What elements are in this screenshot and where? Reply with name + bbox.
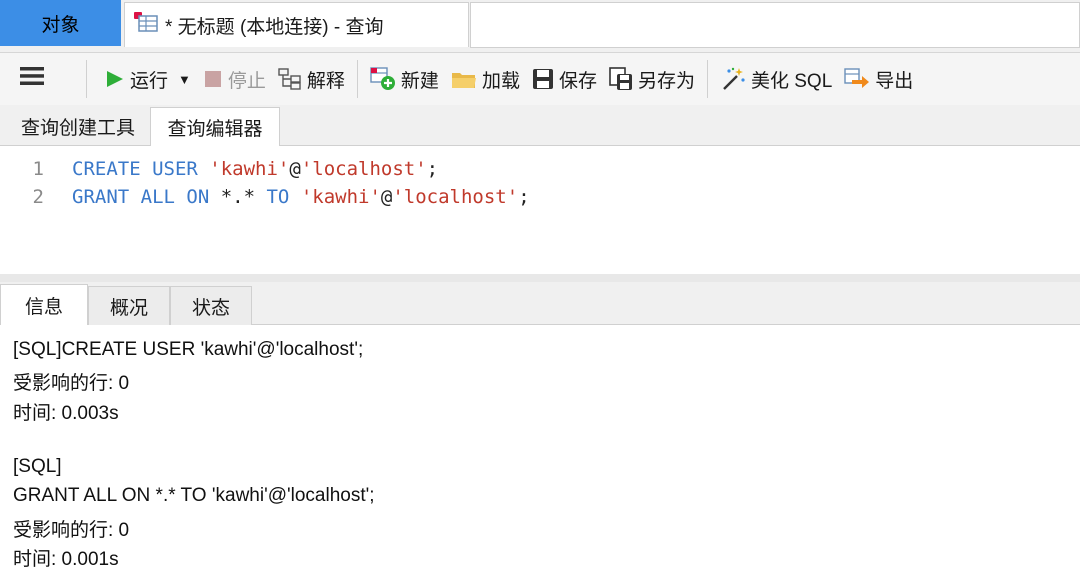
tab-status-label: 状态 [191,297,230,319]
explain-button[interactable]: 解释 [272,59,351,99]
sql-punctuation: ; [426,158,439,180]
new-label: 新建 [400,70,439,92]
sql-keyword: GRANT ALL ON [72,186,210,208]
sql-string: 'localhost' [392,186,519,208]
result-tabs: 信息 概况 状态 [0,282,1080,326]
export-icon [844,68,870,90]
toolbar: 运行 ▼ 停止 解释 新建 加载 保存 另存为 美化 SQL 导出 [0,53,1080,105]
message-line: 受影响的行: 0 [13,520,130,541]
tab-overview-label: 概况 [109,297,148,319]
tab-overview[interactable]: 概况 [88,286,170,325]
explain-label: 解释 [306,70,345,92]
sql-operator: @ [380,186,393,208]
explain-icon [278,68,302,90]
tab-query-editor[interactable]: 查询编辑器 [150,107,280,147]
tab-query[interactable]: * 无标题 (本地连接) - 查询 [124,2,469,47]
save-as-button[interactable]: 另存为 [603,59,701,99]
document-tab-strip: 对象 * 无标题 (本地连接) - 查询 [0,0,1080,53]
toolbar-separator [356,60,358,98]
message-line: 受影响的行: 0 [13,373,130,394]
code-line: 1 CREATE USER 'kawhi' @'localhost'; [0,155,439,183]
tab-query-editor-label: 查询编辑器 [167,119,263,140]
sql-string: 'kawhi' [209,158,290,180]
play-icon [105,69,125,89]
sql-string: 'localhost' [300,158,427,180]
code-line: 2 GRANT ALL ON *.* TO 'kawhi' @'localhost'… [0,183,530,211]
message-line: [SQL]CREATE USER 'kawhi'@'localhost'; [13,339,364,360]
beautify-sql-label: 美化 SQL [750,70,833,92]
sql-keyword: TO [266,186,290,208]
new-query-icon [370,67,396,91]
stop-icon [203,69,223,89]
sql-string: 'kawhi' [300,186,381,208]
run-dropdown-icon[interactable]: ▼ [178,72,191,87]
sql-editor[interactable]: 1 CREATE USER 'kawhi' @'localhost'; 2 GRANT… [0,146,1080,274]
tab-query-label: * 无标题 (本地连接) - 查询 [165,16,384,38]
beautify-sql-button[interactable]: 美化 SQL [714,59,838,99]
tab-status[interactable]: 状态 [170,286,252,325]
save-icon [532,68,554,90]
hamburger-icon [20,66,44,92]
save-as-icon [609,67,633,91]
tab-query-builder-label: 查询创建工具 [20,118,135,139]
load-button[interactable]: 加载 [445,59,526,99]
stop-button[interactable]: 停止 [197,59,272,99]
toolbar-separator [86,60,87,98]
sql-identifier: *.* [209,186,267,208]
save-label: 保存 [558,70,597,92]
tab-info-label: 信息 [24,297,63,318]
line-number: 2 [32,186,44,208]
message-pane: [SQL]CREATE USER 'kawhi'@'localhost'; 受影… [0,325,1080,587]
save-as-label: 另存为 [637,70,695,92]
tab-objects[interactable]: 对象 [0,0,121,46]
message-line: GRANT ALL ON *.* TO 'kawhi'@'localhost'; [13,485,375,506]
message-line: [SQL] [13,456,62,477]
query-table-icon [133,11,159,39]
line-number: 1 [32,158,44,180]
menu-button[interactable] [0,59,58,99]
pane-splitter[interactable] [0,274,1080,282]
editor-mode-tabs: 查询创建工具 查询编辑器 [0,105,1080,147]
tab-objects-label: 对象 [41,14,80,36]
tab-strip-empty-area [470,2,1080,48]
message-line: 时间: 0.003s [13,403,119,424]
folder-icon [451,69,477,89]
toolbar-separator [706,60,708,98]
sql-keyword: CREATE USER [72,158,198,180]
export-label: 导出 [875,70,914,92]
sql-punctuation: ; [518,186,530,208]
load-label: 加载 [481,70,520,92]
sql-operator: @ [289,158,301,180]
tab-query-builder[interactable]: 查询创建工具 [10,108,146,145]
message-line: 时间: 0.001s [13,549,119,570]
run-button[interactable]: 运行 ▼ [99,59,197,99]
new-button[interactable]: 新建 [364,59,445,99]
magic-wand-icon [720,67,746,91]
run-label: 运行 [130,70,169,92]
stop-label: 停止 [227,70,266,92]
save-button[interactable]: 保存 [526,59,603,99]
export-button[interactable]: 导出 [838,59,919,99]
tab-info[interactable]: 信息 [0,284,88,326]
